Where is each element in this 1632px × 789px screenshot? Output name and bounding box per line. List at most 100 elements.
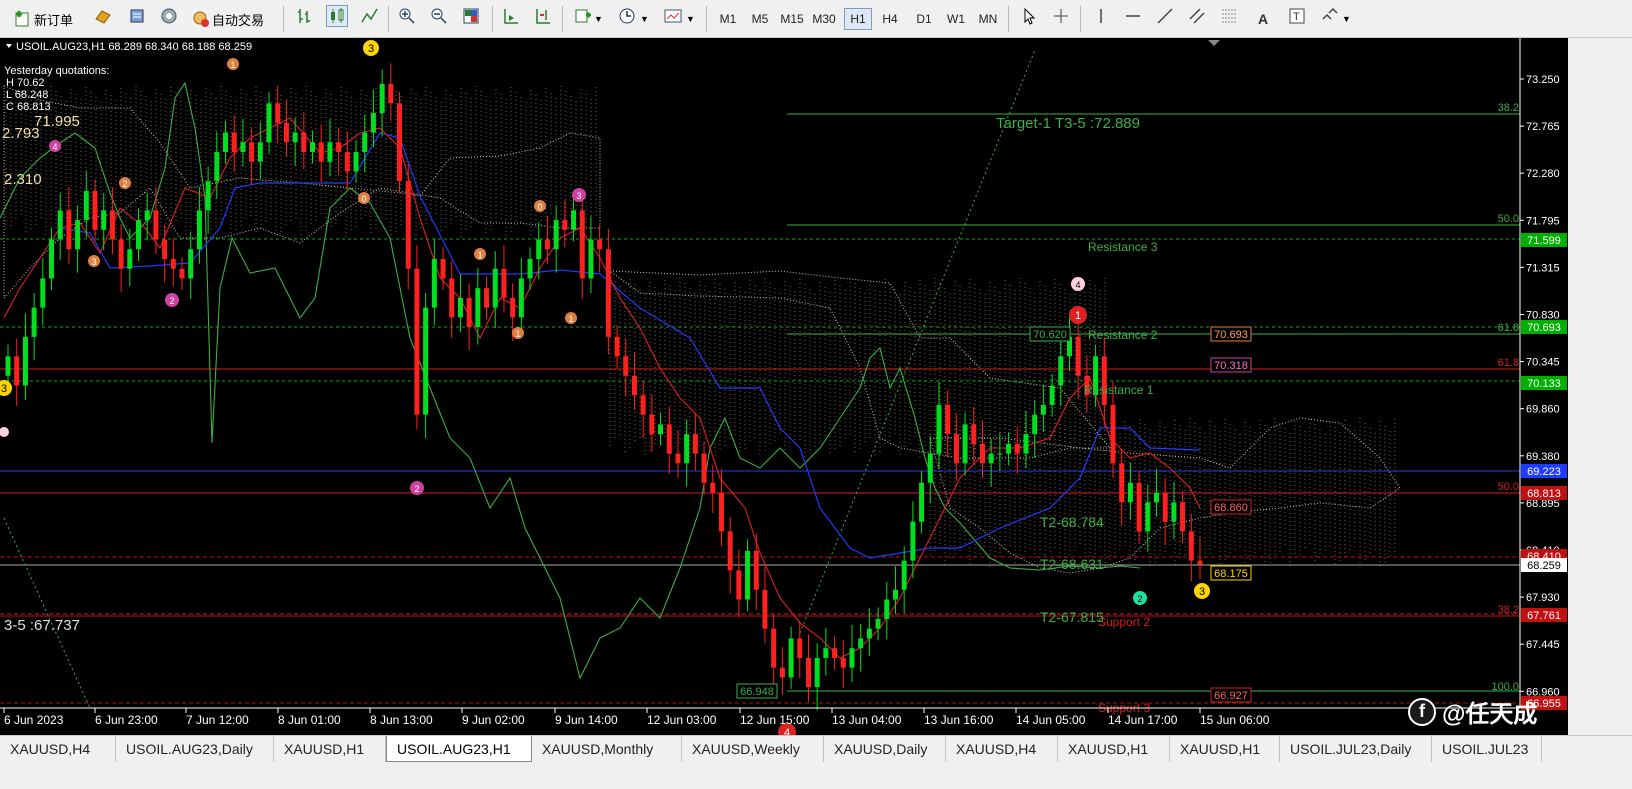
crosshair-icon[interactable] bbox=[1050, 5, 1072, 27]
timeframe-m5-button[interactable]: M5 bbox=[746, 8, 774, 30]
price-tick-label: 70.345 bbox=[1526, 357, 1560, 369]
chart-tab[interactable]: USOIL.AUG23,H1 bbox=[386, 736, 532, 762]
timeframe-m30-button[interactable]: M30 bbox=[810, 8, 838, 30]
chart-tab[interactable]: XAUUSD,H4 bbox=[946, 736, 1058, 762]
chart-tab[interactable]: USOIL.JUL23,Daily bbox=[1280, 736, 1432, 762]
candle-body bbox=[83, 190, 89, 221]
chart-shift-icon[interactable] bbox=[532, 5, 554, 27]
chart-tab[interactable]: XAUUSD,Weekly bbox=[682, 736, 824, 762]
autoscroll-icon[interactable] bbox=[500, 5, 522, 27]
chevron-down-icon[interactable]: ▼ bbox=[594, 5, 603, 33]
time-label: 8 Jun 01:00 bbox=[278, 713, 341, 727]
auto-trade-button[interactable]: 自动交易 bbox=[190, 5, 264, 33]
wave-marker-label: 1 bbox=[515, 329, 520, 339]
timeframe-h4-button[interactable]: H4 bbox=[876, 8, 904, 30]
candle-body bbox=[1101, 356, 1107, 405]
timeframe-w1-button[interactable]: W1 bbox=[942, 8, 970, 30]
arrows-icon[interactable] bbox=[1318, 5, 1340, 27]
chart-tab[interactable]: USOIL.AUG23,Daily bbox=[116, 736, 274, 762]
candle-body bbox=[1014, 443, 1020, 454]
wave-marker-label: 4 bbox=[784, 727, 790, 735]
chart-tab[interactable]: USOIL.JUL23 bbox=[1432, 736, 1542, 762]
candle-body bbox=[492, 268, 498, 308]
chart-tab[interactable]: XAUUSD,H1 bbox=[1170, 736, 1280, 762]
new-order-button[interactable]: 新订单 bbox=[12, 5, 73, 33]
candle-body bbox=[405, 181, 411, 269]
candle-body bbox=[658, 424, 664, 435]
candle-body bbox=[449, 278, 455, 318]
candle-body bbox=[536, 239, 542, 259]
line-chart-icon[interactable] bbox=[358, 5, 380, 27]
candle-body bbox=[275, 103, 281, 123]
candle-body bbox=[466, 297, 472, 328]
chart-tab[interactable]: XAUUSD,H4 bbox=[0, 736, 116, 762]
horizontal-line-icon[interactable] bbox=[1122, 5, 1144, 27]
chevron-down-icon[interactable]: ▼ bbox=[640, 5, 649, 33]
price-box: 66.927 bbox=[1214, 690, 1248, 702]
channel-icon[interactable] bbox=[1186, 5, 1208, 27]
chevron-down-icon[interactable]: ▼ bbox=[1342, 5, 1351, 33]
zoom-in-icon[interactable] bbox=[396, 5, 418, 27]
wave-marker-label: 1 bbox=[477, 250, 482, 260]
indicators-icon[interactable] bbox=[572, 5, 594, 27]
candle-body bbox=[718, 492, 724, 532]
vertical-line-icon[interactable] bbox=[1090, 5, 1112, 27]
candle-body bbox=[866, 628, 872, 639]
zoom-out-icon[interactable] bbox=[428, 5, 450, 27]
candle-body bbox=[579, 210, 585, 279]
trendline-icon[interactable] bbox=[1154, 5, 1176, 27]
candle-body bbox=[858, 638, 864, 649]
fibonacci-icon[interactable] bbox=[1218, 5, 1240, 27]
wave-marker-label: 0 bbox=[537, 202, 542, 212]
price-box-last: 68.175 bbox=[1214, 568, 1248, 580]
templates-icon[interactable] bbox=[662, 5, 684, 27]
candle-body bbox=[414, 268, 420, 415]
toolbar-separator bbox=[388, 6, 389, 32]
gold-bar-icon[interactable] bbox=[92, 5, 114, 27]
timeframe-d1-button[interactable]: D1 bbox=[910, 8, 938, 30]
candle-body bbox=[562, 220, 568, 230]
candle-body bbox=[397, 103, 403, 182]
price-flag-label: 68.813 bbox=[1527, 488, 1561, 500]
chevron-down-icon[interactable]: ▼ bbox=[686, 5, 695, 33]
chart-tab[interactable]: XAUUSD,Monthly bbox=[532, 736, 682, 762]
chart-tab[interactable]: XAUUSD,H1 bbox=[1058, 736, 1170, 762]
candle-body bbox=[788, 638, 794, 678]
chart-canvas[interactable]: 3 1 2 3 2 4 0 2 1 1 0 1 3 4 1 2 3 3 4 USOIL.AUG23,H1 68.289… bbox=[0, 38, 1568, 735]
candle-body bbox=[684, 434, 690, 464]
candle-body bbox=[1171, 502, 1177, 522]
signal-icon[interactable] bbox=[158, 5, 180, 27]
text-label-icon[interactable]: T bbox=[1286, 5, 1308, 27]
bar-chart-icon[interactable] bbox=[294, 5, 316, 27]
cursor-icon[interactable] bbox=[1018, 5, 1040, 27]
candle-chart-icon[interactable] bbox=[326, 5, 348, 27]
timeframe-m1-button[interactable]: M1 bbox=[714, 8, 742, 30]
clock-icon[interactable] bbox=[616, 5, 638, 27]
candle-body bbox=[249, 142, 255, 162]
candle-body bbox=[805, 657, 811, 688]
svg-text:T: T bbox=[1293, 11, 1300, 23]
candle-body bbox=[31, 307, 37, 337]
candle-body bbox=[779, 667, 785, 678]
chart-tab[interactable]: XAUUSD,Daily bbox=[824, 736, 946, 762]
candle-body bbox=[336, 142, 342, 152]
text-tool-icon[interactable]: A bbox=[1258, 5, 1268, 33]
tile-windows-icon[interactable] bbox=[460, 5, 482, 27]
candle-body bbox=[936, 404, 942, 454]
candle-body bbox=[92, 190, 98, 230]
yesterday-high: H 70.62 bbox=[6, 77, 45, 89]
price-chart[interactable]: 3 1 2 3 2 4 0 2 1 1 0 1 3 4 1 2 3 3 4 USOIL.AUG23,H1 68.289… bbox=[0, 38, 1568, 735]
candle-body bbox=[797, 638, 803, 658]
chart-tab[interactable]: XAUUSD,H1 bbox=[274, 736, 386, 762]
timeframe-h1-button[interactable]: H1 bbox=[844, 8, 872, 30]
price-box: 70.318 bbox=[1214, 360, 1248, 372]
price-tick-label: 71.795 bbox=[1526, 215, 1560, 227]
candle-body bbox=[179, 268, 185, 279]
fib-level-label: 38.2 bbox=[1498, 604, 1519, 616]
candle-body bbox=[553, 220, 559, 250]
candle-body bbox=[266, 103, 272, 143]
database-icon[interactable] bbox=[126, 5, 148, 27]
timeframe-m15-button[interactable]: M15 bbox=[778, 8, 806, 30]
candle-body bbox=[649, 414, 655, 435]
timeframe-mn-button[interactable]: MN bbox=[974, 8, 1002, 30]
